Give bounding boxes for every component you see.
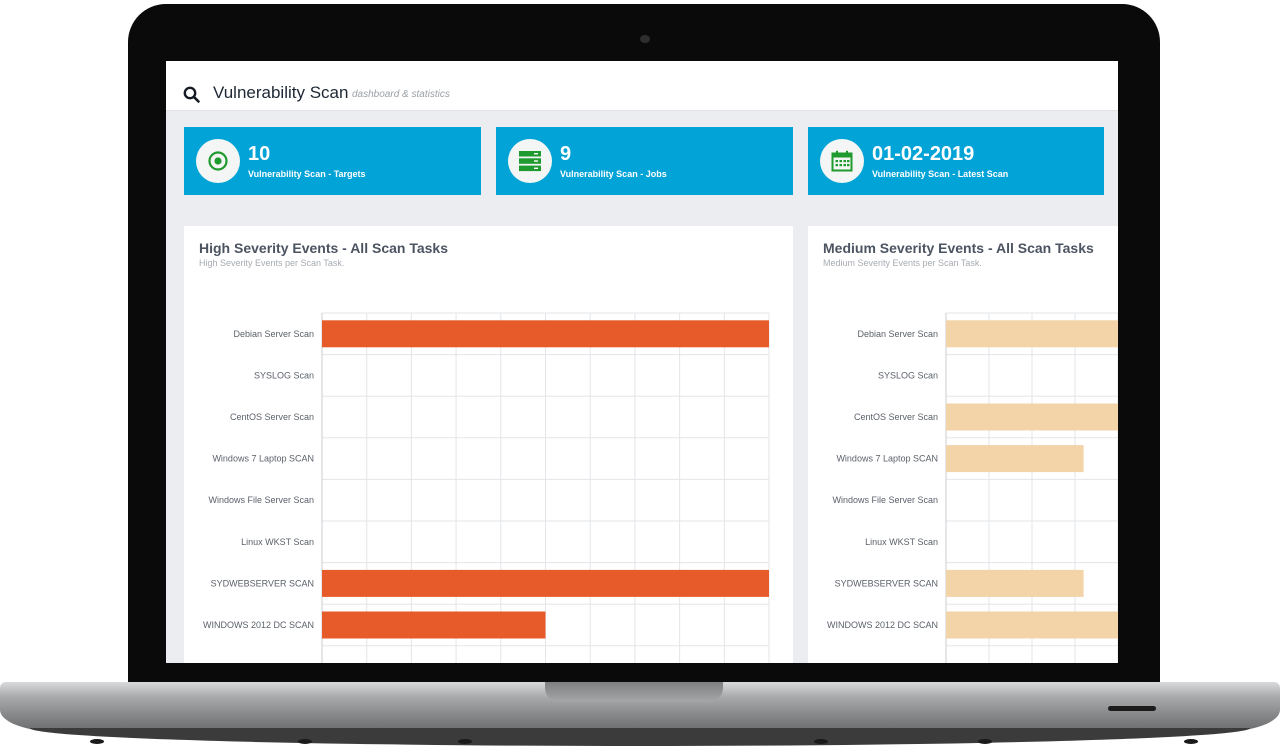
stat-card-jobs[interactable]: 9 Vulnerability Scan - Jobs [496, 127, 793, 195]
laptop-foot [1184, 739, 1198, 744]
category-label: Debian Server Scan [857, 329, 938, 339]
laptop-base-underside [30, 728, 1250, 746]
stat-card-latest-scan[interactable]: 01-02-2019 Vulnerability Scan - Latest S… [808, 127, 1104, 195]
category-label: CentOS Server Scan [854, 412, 938, 422]
category-label: CentOS Server Scan [230, 412, 314, 422]
laptop-led [1108, 706, 1156, 711]
server-stack-icon [508, 139, 552, 183]
stat-value: 10 [248, 143, 271, 165]
stat-label: Vulnerability Scan - Jobs [560, 169, 667, 179]
target-icon [196, 139, 240, 183]
stat-value: 9 [560, 143, 572, 165]
category-label: WINDOWS 2012 DC SCAN [203, 620, 314, 630]
category-label: Linux WKST Scan [241, 537, 314, 547]
bar[interactable] [946, 403, 1118, 431]
header-bar: Vulnerability Scan dashboard & statistic… [166, 61, 1118, 111]
category-label: SYSLOG Scan [878, 370, 938, 380]
laptop-foot [298, 739, 312, 744]
laptop-foot [814, 739, 828, 744]
category-label: Windows 7 Laptop SCAN [212, 454, 314, 464]
bar[interactable] [322, 611, 546, 639]
category-label: SYDWEBSERVER SCAN [835, 578, 938, 588]
webcam [640, 35, 650, 43]
page-title: Vulnerability Scan [213, 83, 349, 102]
bar[interactable] [946, 320, 1118, 348]
medium-severity-chart: Debian Server Scan SYSLOG Scan CentOS Serv… [827, 312, 1118, 663]
bar[interactable] [946, 445, 1084, 473]
laptop-foot [458, 739, 472, 744]
bar[interactable] [946, 569, 1084, 597]
category-label: Windows File Server Scan [208, 495, 314, 505]
bar[interactable] [322, 569, 769, 597]
page-subtitle: dashboard & statistics [352, 89, 450, 100]
stat-card-targets[interactable]: 10 Vulnerability Scan - Targets [184, 127, 481, 195]
high-severity-panel: High Severity Events - All Scan Tasks Hi… [184, 226, 793, 663]
high-severity-chart: Debian Server Scan SYSLOG Scan CentOS Serv… [203, 312, 770, 663]
calendar-icon [820, 139, 864, 183]
category-label: SYSLOG Scan [254, 370, 314, 380]
category-label: Linux WKST Scan [865, 537, 938, 547]
medium-severity-panel: Medium Severity Events - All Scan Tasks … [808, 226, 1118, 663]
category-label: Windows 7 Laptop SCAN [836, 454, 938, 464]
category-label: WINDOWS 2012 DC SCAN [827, 620, 938, 630]
search-icon[interactable] [182, 85, 202, 105]
bar[interactable] [946, 611, 1118, 639]
category-label: SYDWEBSERVER SCAN [211, 578, 314, 588]
screen: Vulnerability Scan dashboard & statistic… [166, 61, 1118, 663]
stat-label: Vulnerability Scan - Latest Scan [872, 169, 1009, 179]
stat-label: Vulnerability Scan - Targets [248, 169, 366, 179]
stat-value: 01-02-2019 [872, 143, 975, 165]
bar[interactable] [322, 320, 769, 348]
category-label: Windows File Server Scan [832, 495, 938, 505]
category-label: Debian Server Scan [233, 329, 314, 339]
laptop-notch [545, 682, 723, 702]
laptop-foot [90, 739, 104, 744]
laptop-foot [978, 739, 992, 744]
